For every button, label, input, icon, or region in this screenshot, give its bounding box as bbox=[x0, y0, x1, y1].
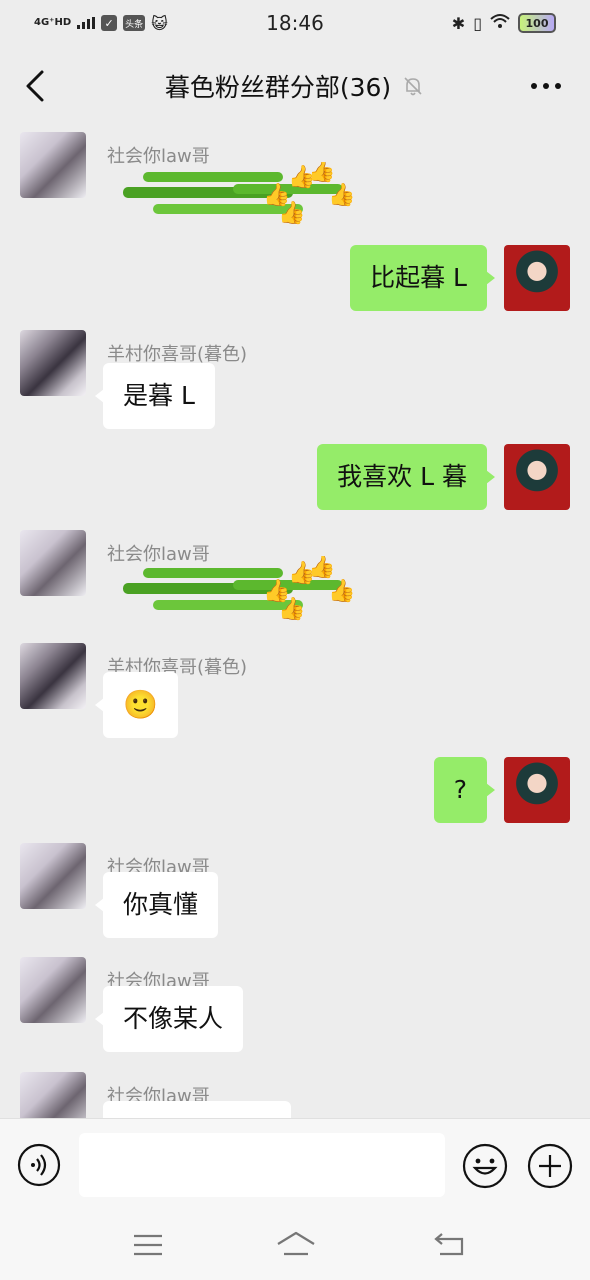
avatar[interactable] bbox=[20, 132, 86, 198]
more-button[interactable] bbox=[526, 72, 566, 100]
green-onion-sticker[interactable]: 👍 👍 👍 👍 👍 bbox=[103, 162, 353, 232]
message-bubble[interactable] bbox=[103, 1101, 291, 1118]
emoji-icon bbox=[462, 1143, 508, 1189]
signal-icon bbox=[77, 17, 96, 29]
green-onion-sticker[interactable]: 👍 👍 👍 👍 👍 bbox=[103, 556, 353, 626]
message-bubble[interactable]: 比起暮 L bbox=[350, 245, 495, 311]
message-item: 社会你law哥 bbox=[0, 1072, 590, 1118]
recent-apps-button[interactable] bbox=[130, 1230, 166, 1260]
home-icon bbox=[277, 1231, 315, 1256]
message-list[interactable]: 社会你law哥 👍 👍 👍 👍 👍 比起暮 L 羊村你喜哥(暮色) 是暮 L 我… bbox=[0, 126, 590, 1118]
message-item: 社会你law哥 不像某人 bbox=[0, 957, 590, 1057]
wifi-icon bbox=[490, 13, 510, 33]
battery-icon: 100 bbox=[518, 13, 556, 33]
message-item: 社会你law哥 👍 👍 👍 👍 👍 bbox=[0, 132, 590, 232]
avatar[interactable] bbox=[504, 245, 570, 311]
avatar[interactable] bbox=[20, 530, 86, 596]
message-item: 羊村你喜哥(暮色) 🙂 bbox=[0, 643, 590, 743]
message-item: 我喜欢 L 暮 bbox=[0, 444, 590, 510]
message-bubble[interactable]: 你真懂 bbox=[94, 872, 219, 938]
message-item: 比起暮 L bbox=[0, 245, 590, 311]
plus-icon bbox=[527, 1143, 573, 1189]
svg-text:👍: 👍 bbox=[328, 182, 353, 208]
svg-text:👍: 👍 bbox=[278, 200, 305, 226]
message-input[interactable] bbox=[79, 1133, 445, 1197]
back-button[interactable] bbox=[16, 66, 56, 106]
app-notification-icon: 😺 bbox=[151, 13, 168, 33]
check-notification-icon: ✓ bbox=[101, 15, 118, 31]
status-right: ✱ ▯ 100 bbox=[452, 13, 590, 33]
network-indicator: 4G⁺HD bbox=[34, 17, 72, 28]
avatar[interactable] bbox=[20, 1072, 86, 1118]
message-item: 社会你law哥 你真懂 bbox=[0, 843, 590, 943]
chat-header: 暮色粉丝群分部(36) bbox=[0, 46, 590, 126]
message-bubble[interactable]: ? bbox=[433, 757, 496, 823]
voice-button[interactable] bbox=[17, 1143, 61, 1187]
avatar[interactable] bbox=[20, 330, 86, 396]
bell-off-icon bbox=[404, 77, 422, 96]
avatar[interactable] bbox=[504, 444, 570, 510]
avatar[interactable] bbox=[20, 843, 86, 909]
voice-icon bbox=[17, 1143, 61, 1187]
avatar[interactable] bbox=[20, 643, 86, 709]
home-button[interactable] bbox=[275, 1228, 317, 1262]
app-badge: 头条 bbox=[123, 15, 146, 31]
message-bubble[interactable]: 是暮 L bbox=[95, 363, 215, 429]
svg-text:👍: 👍 bbox=[308, 162, 335, 184]
chat-title: 暮色粉丝群分部(36) bbox=[164, 73, 392, 102]
status-left: 4G⁺HD ✓ 头条 😺 bbox=[0, 14, 168, 33]
chat-title-group: 暮色粉丝群分部(36) bbox=[165, 68, 425, 104]
message-item: ? bbox=[0, 757, 590, 823]
svg-text:👍: 👍 bbox=[308, 556, 335, 580]
message-item: 社会你law哥 👍 👍 👍 👍 👍 bbox=[0, 530, 590, 630]
more-dots-icon bbox=[531, 83, 561, 89]
message-item: 羊村你喜哥(暮色) 是暮 L bbox=[0, 330, 590, 430]
status-bar: 4G⁺HD ✓ 头条 😺 18:46 ✱ ▯ 100 bbox=[0, 0, 590, 46]
chat-screen: 4G⁺HD ✓ 头条 😺 18:46 ✱ ▯ 100 暮色粉丝群分部(36) 社… bbox=[0, 0, 590, 1280]
svg-text:👍: 👍 bbox=[328, 578, 353, 604]
vibrate-icon: ▯ bbox=[473, 13, 482, 33]
chevron-left-icon bbox=[26, 70, 44, 102]
svg-text:👍: 👍 bbox=[278, 596, 305, 622]
bluetooth-icon: ✱ bbox=[451, 13, 466, 33]
emoji-button[interactable] bbox=[462, 1143, 508, 1189]
message-bubble[interactable]: 不像某人 bbox=[94, 986, 244, 1052]
input-bar bbox=[0, 1118, 590, 1211]
avatar[interactable] bbox=[504, 757, 570, 823]
system-navigation-bar bbox=[0, 1210, 590, 1280]
menu-icon bbox=[134, 1234, 162, 1256]
message-bubble[interactable]: 我喜欢 L 暮 bbox=[317, 444, 495, 510]
back-icon bbox=[434, 1233, 464, 1256]
more-functions-button[interactable] bbox=[527, 1143, 573, 1189]
emoji-message-bubble[interactable]: 🙂 bbox=[95, 672, 178, 738]
system-back-button[interactable] bbox=[432, 1228, 468, 1260]
avatar[interactable] bbox=[20, 957, 86, 1023]
